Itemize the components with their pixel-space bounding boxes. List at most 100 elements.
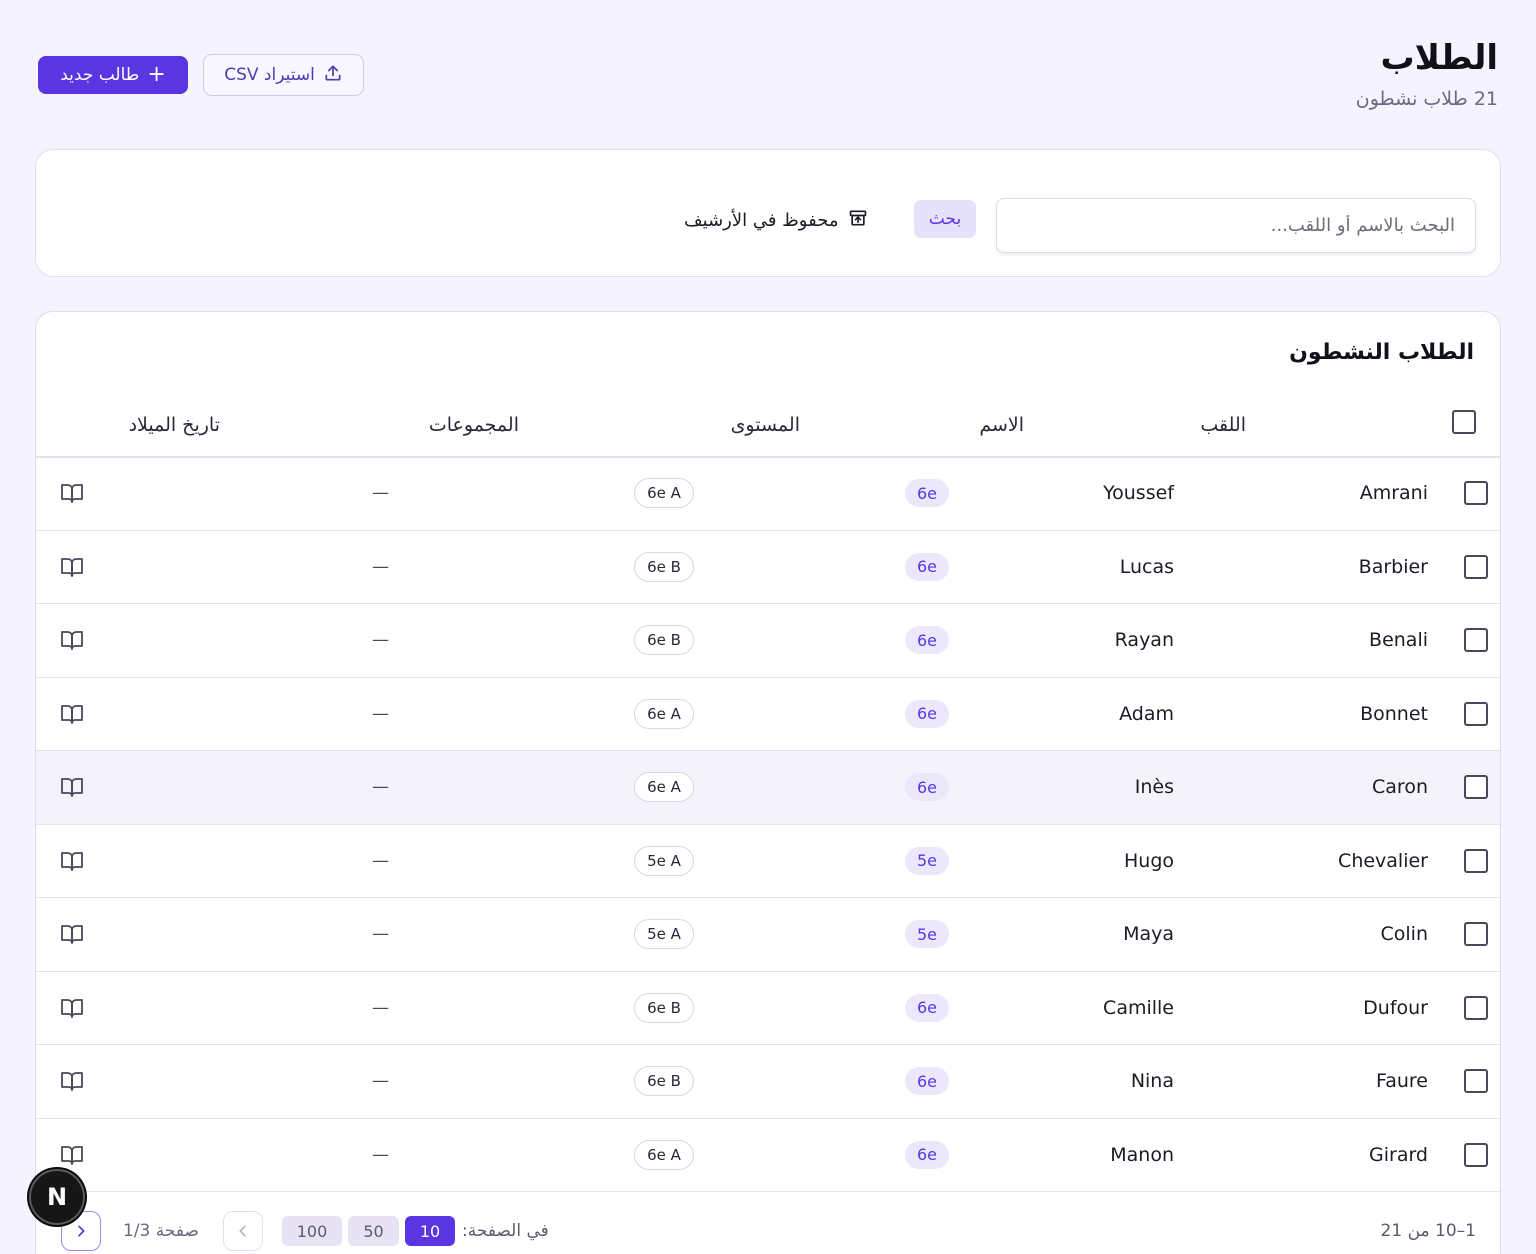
table-title: الطلاب النشطون	[1289, 340, 1474, 365]
cell-groups: —	[372, 924, 389, 945]
table-row[interactable]: Caron Inès 6e 6e A —	[36, 751, 1500, 825]
cell-first-name: Hugo	[1123, 849, 1174, 872]
table-row[interactable]: Dufour Camille 6e 6e B —	[36, 972, 1500, 1045]
class-badge: 5e A	[634, 845, 694, 876]
column-header-birth-date[interactable]: تاريخ الميلاد	[129, 414, 220, 436]
cell-groups: —	[372, 483, 389, 504]
level-badge: 5e	[905, 920, 949, 949]
table-row[interactable]: Barbier Lucas 6e 6e B —	[36, 531, 1500, 604]
level-badge: 6e	[905, 1067, 949, 1096]
book-open-icon[interactable]	[60, 1069, 84, 1093]
column-header-first-name[interactable]: الاسم	[979, 414, 1024, 436]
cell-last-name: Amrani	[1359, 482, 1428, 505]
level-badge: 6e	[905, 626, 949, 655]
book-open-icon[interactable]	[60, 702, 84, 726]
class-badge: 6e A	[634, 772, 694, 803]
row-checkbox[interactable]	[1464, 1142, 1488, 1167]
per-page-option-100[interactable]: 100	[282, 1216, 342, 1246]
book-open-icon[interactable]	[60, 922, 84, 946]
cell-first-name: Camille	[1103, 996, 1174, 1019]
row-checkbox[interactable]	[1464, 922, 1488, 947]
row-checkbox[interactable]	[1464, 554, 1488, 579]
cell-last-name: Girard	[1369, 1143, 1428, 1166]
book-open-icon[interactable]	[60, 775, 84, 799]
cell-last-name: Colin	[1380, 923, 1429, 946]
cell-groups: —	[372, 1144, 389, 1165]
book-open-icon[interactable]	[60, 1143, 84, 1167]
level-badge: 6e	[905, 479, 949, 508]
cell-last-name: Faure	[1376, 1070, 1428, 1093]
row-checkbox[interactable]	[1464, 701, 1488, 726]
page-title: الطلاب	[1380, 38, 1498, 78]
range-text: 1–10 من 21	[1380, 1221, 1476, 1241]
level-badge: 6e	[905, 993, 949, 1022]
level-badge: 6e	[905, 773, 949, 802]
cell-first-name: Youssef	[1103, 482, 1174, 505]
table-row[interactable]: Colin Maya 5e 5e A —	[36, 898, 1500, 972]
book-open-icon[interactable]	[60, 481, 84, 505]
cell-last-name: Barbier	[1358, 555, 1428, 578]
cell-groups: —	[372, 1071, 389, 1092]
cell-groups: —	[372, 556, 389, 577]
per-page-option-10[interactable]: 10	[405, 1216, 455, 1246]
class-badge: 5e A	[634, 919, 694, 950]
book-open-icon[interactable]	[60, 996, 84, 1020]
table-row[interactable]: Chevalier Hugo 5e 5e A —	[36, 825, 1500, 898]
cell-last-name: Dufour	[1363, 996, 1428, 1019]
row-checkbox[interactable]	[1464, 995, 1488, 1020]
cell-groups: —	[372, 703, 389, 724]
search-input[interactable]	[997, 199, 1475, 252]
table-row[interactable]: Girard Manon 6e 6e A —	[36, 1119, 1500, 1192]
cell-last-name: Chevalier	[1338, 849, 1428, 872]
column-header-last-name[interactable]: اللقب	[1200, 414, 1246, 436]
row-checkbox[interactable]	[1464, 628, 1488, 653]
class-badge: 6e A	[634, 1139, 694, 1170]
new-student-button[interactable]: + طالب جديد	[38, 56, 188, 94]
previous-page-button[interactable]	[223, 1211, 263, 1251]
cell-groups: —	[372, 997, 389, 1018]
cell-first-name: Maya	[1123, 923, 1174, 946]
cell-first-name: Inès	[1134, 776, 1174, 799]
archived-filter-toggle[interactable]: محفوظ في الأرشيف	[684, 206, 880, 234]
per-page-option-50[interactable]: 50	[348, 1216, 399, 1246]
import-csv-label: استيراد CSV	[224, 65, 315, 85]
table-row[interactable]: Amrani Youssef 6e 6e A —	[36, 457, 1500, 531]
column-header-groups[interactable]: المجموعات	[429, 414, 519, 436]
nextjs-dev-badge[interactable]: N	[29, 1169, 85, 1225]
cell-first-name: Nina	[1130, 1070, 1174, 1093]
search-button[interactable]: بحث	[914, 200, 976, 238]
cell-groups: —	[372, 850, 389, 871]
row-checkbox[interactable]	[1464, 1069, 1488, 1094]
book-open-icon[interactable]	[60, 555, 84, 579]
table-row[interactable]: Faure Nina 6e 6e B —	[36, 1045, 1500, 1119]
table-row[interactable]: Benali Rayan 6e 6e B —	[36, 604, 1500, 678]
cell-first-name: Lucas	[1119, 555, 1174, 578]
column-header-level[interactable]: المستوى	[731, 414, 800, 436]
search-field[interactable]	[996, 198, 1476, 253]
class-badge: 6e B	[634, 1066, 694, 1097]
page-subtitle: 21 طلاب نشطون	[1355, 88, 1498, 110]
select-all-checkbox[interactable]	[1452, 410, 1476, 434]
cell-last-name: Caron	[1372, 776, 1428, 799]
book-open-icon[interactable]	[60, 628, 84, 652]
cell-first-name: Rayan	[1114, 629, 1174, 652]
row-checkbox[interactable]	[1464, 481, 1488, 506]
import-csv-button[interactable]: استيراد CSV	[203, 54, 364, 96]
upload-icon	[323, 63, 343, 88]
class-badge: 6e B	[634, 625, 694, 656]
cell-last-name: Bonnet	[1360, 702, 1428, 725]
row-checkbox[interactable]	[1464, 848, 1488, 873]
row-checkbox[interactable]	[1464, 775, 1488, 800]
new-student-label: طالب جديد	[60, 65, 140, 85]
class-badge: 6e A	[634, 478, 694, 509]
page-info: صفحة 1/3	[123, 1221, 199, 1241]
class-badge: 6e A	[634, 698, 694, 729]
table-row[interactable]: Bonnet Adam 6e 6e A —	[36, 678, 1500, 751]
book-open-icon[interactable]	[60, 849, 84, 873]
class-badge: 6e B	[634, 551, 694, 582]
level-badge: 6e	[905, 552, 949, 581]
level-badge: 6e	[905, 1140, 949, 1169]
cell-last-name: Benali	[1369, 629, 1428, 652]
level-badge: 5e	[905, 846, 949, 875]
cell-first-name: Manon	[1110, 1143, 1174, 1166]
